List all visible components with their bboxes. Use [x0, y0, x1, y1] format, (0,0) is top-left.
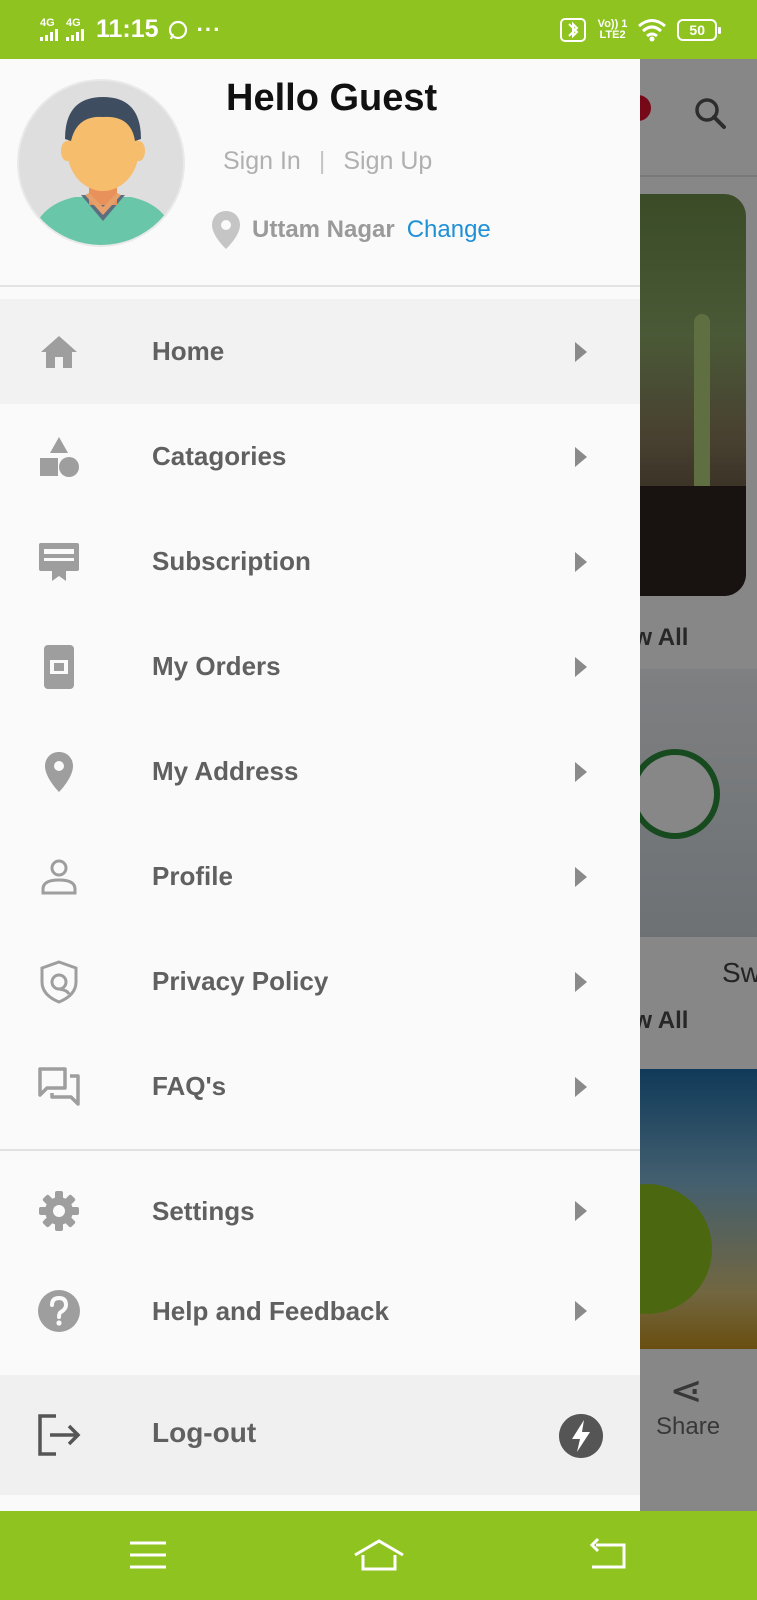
location-pin-icon: [212, 211, 240, 249]
menu-item-profile[interactable]: Profile: [0, 824, 640, 929]
menu-item-privacy-policy[interactable]: Privacy Policy: [0, 929, 640, 1034]
menu-label-faqs: FAQ's: [152, 1071, 227, 1101]
chevron-right-icon: [575, 1076, 587, 1097]
menu-label-categories: Catagories: [152, 441, 287, 471]
back-icon[interactable]: [588, 1537, 628, 1573]
menu-item-faqs[interactable]: FAQ's: [0, 1034, 640, 1139]
chevron-right-icon: [575, 341, 587, 362]
lte-text: LTE2: [599, 28, 626, 41]
menu-label-settings: Settings: [152, 1195, 255, 1226]
logout-label: Log-out: [152, 1417, 257, 1448]
wifi-icon: [638, 18, 667, 41]
chevron-right-icon: [575, 446, 587, 467]
system-nav-bar: [0, 1511, 757, 1600]
more-notifications-icon: ···: [196, 16, 222, 42]
sign-up-link[interactable]: Sign Up: [343, 147, 432, 176]
orders-icon: [36, 644, 82, 690]
menu-label-subscription: Subscription: [152, 546, 311, 576]
chevron-right-icon: [575, 866, 587, 887]
battery-indicator: 50: [677, 18, 721, 41]
categories-icon: [36, 434, 82, 480]
location-name: Uttam Nagar: [252, 216, 395, 243]
home-icon: [36, 329, 82, 375]
menu-label-privacy-policy: Privacy Policy: [152, 966, 329, 996]
volte-indicator: Vo)) 1 LTE2: [598, 18, 628, 41]
menu-label-home: Home: [152, 336, 225, 366]
subscription-icon: [36, 539, 82, 585]
whatsapp-icon: [168, 20, 187, 39]
home-nav-icon[interactable]: [352, 1537, 406, 1573]
menu-item-categories[interactable]: Catagories: [0, 404, 640, 509]
chevron-right-icon: [575, 761, 587, 782]
avatar[interactable]: [17, 79, 185, 247]
status-bar: 4G 4G 11:15 ··· Vo)) 1 LTE2 50: [0, 0, 757, 59]
logout-icon: [38, 1414, 81, 1456]
menu-icon[interactable]: [128, 1537, 168, 1573]
chat-icon: [36, 1064, 82, 1110]
shield-icon: [36, 959, 82, 1005]
drawer-header: Hello Guest Sign In | Sign Up Uttam Naga…: [0, 59, 640, 287]
menu-label-my-address: My Address: [152, 756, 299, 786]
location-row: Uttam Nagar Change: [210, 209, 491, 251]
auth-links: Sign In | Sign Up: [223, 147, 432, 176]
chevron-right-icon: [575, 971, 587, 992]
change-location-link[interactable]: Change: [407, 216, 491, 244]
network-type-1: 4G: [40, 17, 55, 29]
menu-item-settings[interactable]: Settings: [0, 1161, 640, 1261]
navigation-drawer: Hello Guest Sign In | Sign Up Uttam Naga…: [0, 59, 640, 1511]
chevron-right-icon: [575, 1301, 587, 1321]
menu-item-home[interactable]: Home: [0, 299, 640, 404]
chevron-right-icon: [575, 551, 587, 572]
chevron-right-icon: [575, 656, 587, 677]
menu-item-my-orders[interactable]: My Orders: [0, 614, 640, 719]
clock: 11:15: [96, 15, 159, 43]
gear-icon: [36, 1188, 82, 1234]
menu-label-profile: Profile: [152, 861, 233, 891]
greeting-title: Hello Guest: [226, 77, 438, 119]
help-icon: [36, 1288, 82, 1334]
menu-label-help-feedback: Help and Feedback: [152, 1295, 389, 1326]
menu-item-subscription[interactable]: Subscription: [0, 509, 640, 614]
sign-in-link[interactable]: Sign In: [223, 147, 301, 176]
menu-item-my-address[interactable]: My Address: [0, 719, 640, 824]
signal-2-icon: 4G: [66, 18, 84, 41]
menu-label-my-orders: My Orders: [152, 651, 281, 681]
logout-button[interactable]: Log-out: [0, 1375, 640, 1495]
location-pin-icon: [36, 749, 82, 795]
chevron-right-icon: [575, 1201, 587, 1221]
person-icon: [36, 854, 82, 900]
signal-1-icon: 4G: [40, 18, 58, 41]
bluetooth-vibrate-icon: [559, 17, 586, 42]
user-avatar-icon: [29, 97, 177, 245]
menu-item-help-feedback[interactable]: Help and Feedback: [0, 1261, 640, 1361]
auth-separator: |: [318, 147, 326, 175]
lightning-icon: [559, 1414, 603, 1458]
network-type-2: 4G: [66, 17, 81, 29]
